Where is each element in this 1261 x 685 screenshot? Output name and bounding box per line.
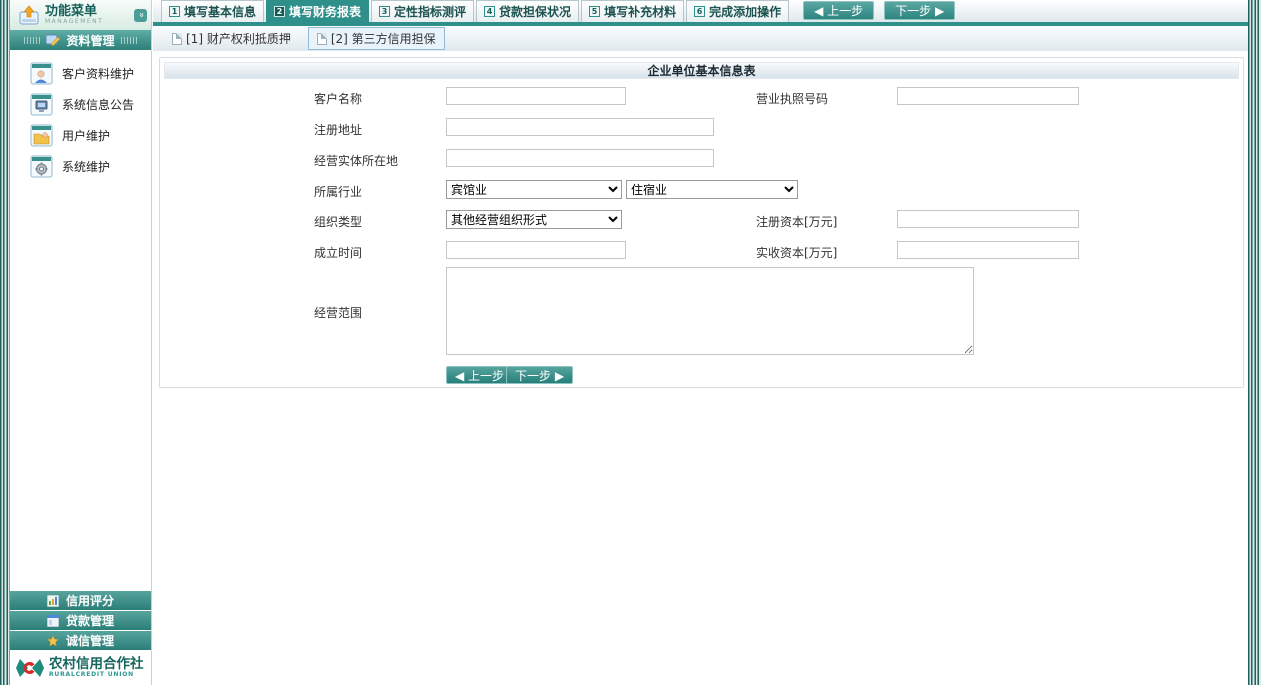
org-name-en: RURALCREDIT UNION bbox=[49, 671, 144, 678]
customer-window-icon bbox=[30, 62, 53, 85]
app-window: 功能菜单 MANAGEMENT » 资料管理 客户资料维 bbox=[0, 0, 1261, 685]
industry-label: 所属行业 bbox=[314, 183, 362, 200]
monitor-window-icon bbox=[30, 93, 53, 116]
entity-location-input[interactable] bbox=[446, 149, 714, 167]
subtab-third-party-credit-guarantee[interactable]: [2] 第三方信用担保 bbox=[308, 27, 445, 50]
guarantee-subtab-bar: [1] 财产权利抵质押 [2] 第三方信用担保 bbox=[153, 26, 1248, 51]
rural-credit-union-logo bbox=[15, 654, 45, 682]
tab-number-icon: 2 bbox=[274, 6, 285, 17]
customer-name-label: 客户名称 bbox=[314, 90, 362, 107]
registered-address-input[interactable] bbox=[446, 118, 714, 136]
organization-type-select[interactable]: 其他经营组织形式 bbox=[446, 210, 622, 229]
paidin-capital-label: 实收资本[万元] bbox=[756, 244, 837, 261]
sidebar-section-integrity-management[interactable]: 诚信管理 bbox=[10, 631, 151, 650]
business-license-input[interactable] bbox=[897, 87, 1079, 105]
tab-complete-add-operation[interactable]: 6 完成添加操作 bbox=[686, 0, 789, 22]
sidebar-header: 功能菜单 MANAGEMENT » bbox=[10, 0, 151, 30]
sidebar-section-label: 贷款管理 bbox=[66, 612, 114, 629]
right-decorative-border bbox=[1248, 0, 1261, 685]
tab-label: 填写基本信息 bbox=[184, 3, 256, 20]
gear-window-icon bbox=[30, 155, 53, 178]
document-icon bbox=[317, 33, 327, 45]
tab-label: 完成添加操作 bbox=[709, 3, 781, 20]
sidebar-title: 功能菜单 bbox=[45, 5, 129, 18]
sidebar-section-loan-management[interactable]: 贷款管理 bbox=[10, 611, 151, 630]
sidebar-section-label: 诚信管理 bbox=[66, 632, 114, 649]
document-icon bbox=[172, 33, 182, 45]
collapse-chevron-icon[interactable]: » bbox=[134, 9, 147, 22]
form-title: 企业单位基本信息表 bbox=[164, 62, 1239, 79]
star-icon bbox=[47, 635, 59, 647]
dash-ornament bbox=[121, 37, 137, 44]
main-content: 1 填写基本信息 2 填写财务报表 3 定性指标测评 4 贷款担保状况 5 填写… bbox=[153, 0, 1248, 685]
tab-label: 填写财务报表 bbox=[289, 3, 361, 20]
org-logo-area: 农村信用合作社 RURALCREDIT UNION bbox=[10, 650, 151, 685]
next-step-button-top[interactable]: 下一步 ▶ bbox=[884, 1, 955, 20]
paidin-capital-input[interactable] bbox=[897, 241, 1079, 259]
industry-category-select[interactable]: 宾馆业 bbox=[446, 180, 622, 199]
dash-ornament bbox=[24, 37, 40, 44]
tab-number-icon: 5 bbox=[589, 6, 600, 17]
sidebar-section-label: 资料管理 bbox=[66, 32, 114, 49]
tab-fill-financial-statements[interactable]: 2 填写财务报表 bbox=[266, 0, 369, 22]
tab-number-icon: 1 bbox=[169, 6, 180, 17]
next-step-button-bottom[interactable]: 下一步 ▶ bbox=[506, 366, 573, 384]
business-license-label: 营业执照号码 bbox=[756, 90, 828, 107]
tab-loan-guarantee-status[interactable]: 4 贷款担保状况 bbox=[476, 0, 579, 22]
tab-number-icon: 4 bbox=[484, 6, 495, 17]
tab-qualitative-evaluation[interactable]: 3 定性指标测评 bbox=[371, 0, 474, 22]
founding-time-input[interactable] bbox=[446, 241, 626, 259]
sidebar-menu: 客户资料维护 系统信息公告 用户维护 bbox=[10, 50, 151, 182]
enterprise-info-panel: 企业单位基本信息表 客户名称 营业执照号码 注册地址 经营实体所在地 所属行业 … bbox=[159, 57, 1244, 388]
sidebar-item-customer-data-maintenance[interactable]: 客户资料维护 bbox=[10, 58, 151, 89]
sidebar-item-label: 用户维护 bbox=[62, 127, 110, 144]
tab-label: 定性指标测评 bbox=[394, 3, 466, 20]
business-scope-label: 经营范围 bbox=[314, 304, 362, 321]
tab-fill-basic-info[interactable]: 1 填写基本信息 bbox=[161, 0, 264, 22]
industry-subcategory-select[interactable]: 住宿业 bbox=[626, 180, 798, 199]
sidebar-item-system-maintenance[interactable]: 系统维护 bbox=[10, 151, 151, 182]
sidebar-section-data-management[interactable]: 资料管理 bbox=[10, 30, 151, 50]
registered-capital-label: 注册资本[万元] bbox=[756, 213, 837, 230]
chart-icon bbox=[47, 595, 59, 607]
user-folder-window-icon bbox=[30, 124, 53, 147]
sidebar: 功能菜单 MANAGEMENT » 资料管理 客户资料维 bbox=[10, 0, 152, 685]
founding-time-label: 成立时间 bbox=[314, 244, 362, 261]
prev-step-button-bottom[interactable]: ◀ 上一步 bbox=[446, 366, 513, 384]
subtab-property-rights-pledge[interactable]: [1] 财产权利抵质押 bbox=[163, 27, 300, 50]
registered-address-label: 注册地址 bbox=[314, 121, 362, 138]
sidebar-item-user-maintenance[interactable]: 用户维护 bbox=[10, 120, 151, 151]
organization-type-label: 组织类型 bbox=[314, 213, 362, 230]
edit-card-icon bbox=[46, 34, 60, 46]
sidebar-section-credit-scoring[interactable]: 信用评分 bbox=[10, 591, 151, 610]
wizard-tab-bar: 1 填写基本信息 2 填写财务报表 3 定性指标测评 4 贷款担保状况 5 填写… bbox=[153, 0, 1248, 26]
tab-fill-supplementary-materials[interactable]: 5 填写补充材料 bbox=[581, 0, 684, 22]
sidebar-item-label: 系统维护 bbox=[62, 158, 110, 175]
sidebar-section-label: 信用评分 bbox=[66, 592, 114, 609]
tab-number-icon: 6 bbox=[694, 6, 705, 17]
window-icon bbox=[47, 615, 59, 627]
sidebar-item-system-announcements[interactable]: 系统信息公告 bbox=[10, 89, 151, 120]
tab-number-icon: 3 bbox=[379, 6, 390, 17]
business-scope-textarea[interactable] bbox=[446, 267, 974, 355]
sidebar-item-label: 系统信息公告 bbox=[62, 96, 134, 113]
customer-name-input[interactable] bbox=[446, 87, 626, 105]
sidebar-spacer bbox=[10, 182, 151, 590]
subtab-label: [2] 第三方信用担保 bbox=[331, 30, 436, 47]
org-name: 农村信用合作社 bbox=[49, 657, 144, 672]
prev-step-button-top[interactable]: ◀ 上一步 bbox=[803, 1, 874, 20]
registered-capital-input[interactable] bbox=[897, 210, 1079, 228]
left-decorative-border bbox=[0, 0, 10, 685]
sidebar-subtitle: MANAGEMENT bbox=[45, 19, 129, 25]
subtab-label: [1] 财产权利抵质押 bbox=[186, 30, 291, 47]
enterprise-info-form: 客户名称 营业执照号码 注册地址 经营实体所在地 所属行业 宾馆业 住宿业 组织… bbox=[160, 83, 1243, 383]
sidebar-item-label: 客户资料维护 bbox=[62, 65, 134, 82]
tab-label: 填写补充材料 bbox=[604, 3, 676, 20]
tab-label: 贷款担保状况 bbox=[499, 3, 571, 20]
function-menu-icon bbox=[18, 4, 40, 26]
entity-location-label: 经营实体所在地 bbox=[314, 152, 398, 169]
